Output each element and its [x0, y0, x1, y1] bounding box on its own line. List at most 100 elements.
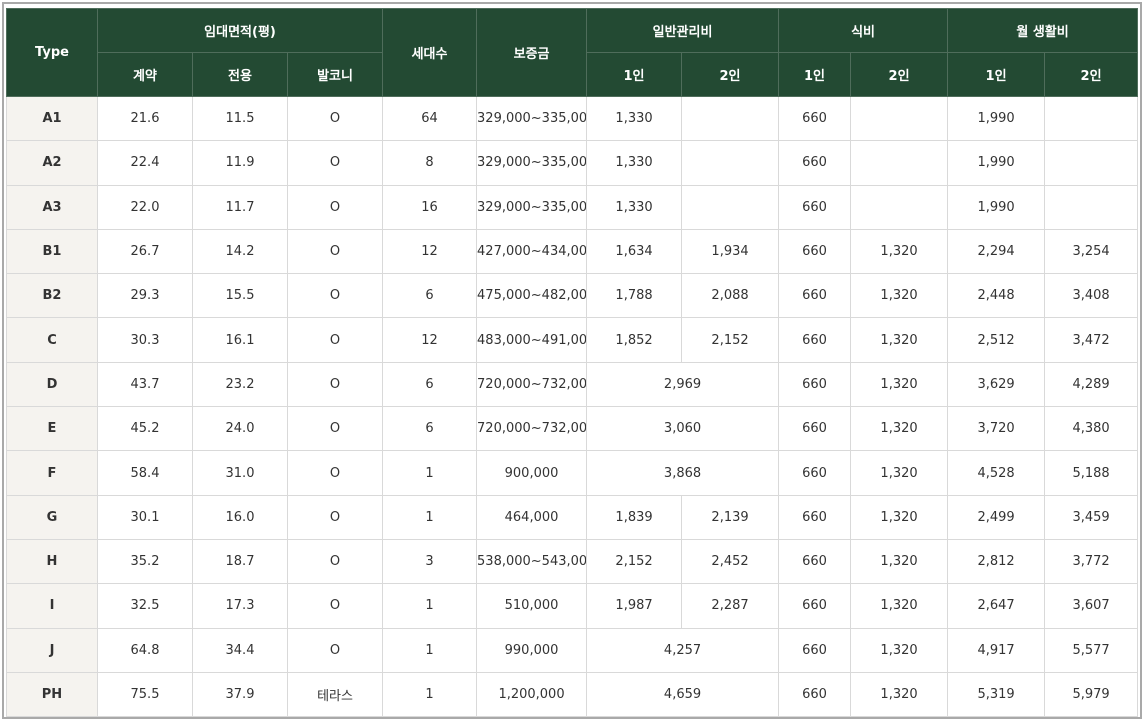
header-food-2: 2인	[850, 52, 949, 97]
cell-area-contract: 58.4	[97, 450, 193, 496]
cell-area-exclusive: 15.5	[192, 273, 288, 319]
cell-type: B2	[6, 273, 98, 319]
table-row: C 30.3 16.1 O 12 483,000~491,000 1,852 2,152 660…	[6, 317, 1139, 363]
cell-households: 1	[382, 583, 478, 629]
cell-area-balcony: O	[286, 583, 384, 629]
cell-type: G	[6, 494, 98, 540]
cell-living-1: 2,499	[947, 494, 1046, 540]
cell-living-1: 2,294	[947, 228, 1046, 275]
cell-area-exclusive: 24.0	[192, 406, 288, 452]
table-row: G 30.1 16.0 O 1 464,000 1,839 2,139 660 1,320 2,49…	[6, 494, 1139, 540]
cell-type: F	[6, 450, 98, 496]
cell-type: J	[6, 627, 98, 673]
cell-households: 64	[382, 95, 478, 142]
cell-food-1: 660	[778, 140, 852, 186]
cell-area-balcony: O	[286, 184, 384, 230]
cell-area-exclusive: 11.7	[192, 184, 288, 230]
header-food-cost: 식비	[778, 8, 949, 53]
cell-area-balcony: O	[286, 538, 384, 585]
cell-area-exclusive: 17.3	[192, 583, 288, 629]
header-mgmt-2: 2인	[681, 52, 780, 97]
cell-households: 8	[382, 140, 478, 186]
table-header: Type 임대면적(평) 세대수 보증금 일반관리비 식비 월 생활비 계약 전…	[6, 8, 1139, 97]
cell-food-2: 1,320	[850, 450, 949, 496]
cell-area-balcony: O	[286, 140, 384, 186]
cell-living-1: 5,319	[947, 671, 1046, 718]
cell-living-1: 2,812	[947, 538, 1046, 585]
table-row: H 35.2 18.7 O 3 538,000~543,000 2,152 2,452 660 1…	[6, 538, 1139, 585]
cell-area-contract: 22.0	[97, 184, 193, 230]
cell-area-exclusive: 16.1	[192, 317, 288, 363]
cell-deposit: 1,200,000	[476, 671, 588, 718]
cell-food-1: 660	[778, 494, 852, 540]
cell-living-2: 3,472	[1044, 317, 1139, 363]
cell-management-fee-2: 2,152	[681, 317, 780, 363]
cell-households: 12	[382, 228, 478, 275]
cell-area-contract: 64.8	[97, 627, 193, 673]
cell-living-1: 3,720	[947, 406, 1046, 452]
cell-food-2: 1,320	[850, 273, 949, 319]
cell-type: PH	[6, 671, 98, 718]
cell-living-2: 4,380	[1044, 406, 1139, 452]
cell-management-fee-2	[681, 140, 780, 186]
cell-management-fee-2	[681, 184, 780, 230]
cell-living-2: 4,289	[1044, 361, 1139, 408]
cell-households: 1	[382, 627, 478, 673]
cell-households: 1	[382, 671, 478, 718]
cell-deposit: 329,000~335,000	[476, 184, 588, 230]
cell-living-2: 5,577	[1044, 627, 1139, 673]
cell-area-contract: 35.2	[97, 538, 193, 585]
cell-food-1: 660	[778, 228, 852, 275]
cell-living-2: 3,408	[1044, 273, 1139, 319]
cell-type: I	[6, 583, 98, 629]
cell-living-1: 1,990	[947, 140, 1046, 186]
cell-area-contract: 21.6	[97, 95, 193, 142]
cell-management-fee-2	[681, 95, 780, 142]
cell-living-1: 4,528	[947, 450, 1046, 496]
cell-living-1: 2,647	[947, 583, 1046, 629]
header-food-1: 1인	[778, 52, 852, 97]
cell-management-fee-1: 1,330	[586, 184, 683, 230]
cell-living-1: 1,990	[947, 95, 1046, 142]
cell-management-fee-2: 2,088	[681, 273, 780, 319]
cell-households: 1	[382, 450, 478, 496]
header-living-2: 2인	[1044, 52, 1139, 97]
cell-food-2	[850, 95, 949, 142]
cell-area-exclusive: 23.2	[192, 361, 288, 408]
cell-households: 6	[382, 406, 478, 452]
table-row: F 58.4 31.0 O 1 900,000 3,868 660 1,320 4,528 5,18…	[6, 450, 1139, 496]
cell-deposit: 475,000~482,000	[476, 273, 588, 319]
cell-food-2: 1,320	[850, 671, 949, 718]
cell-living-1: 3,629	[947, 361, 1046, 408]
header-monthly-living-cost: 월 생활비	[947, 8, 1139, 53]
cell-management-fee-2: 1,934	[681, 228, 780, 275]
rent-table: Type 임대면적(평) 세대수 보증금 일반관리비 식비 월 생활비 계약 전…	[6, 8, 1139, 718]
cell-living-2: 5,188	[1044, 450, 1139, 496]
cell-management-fee-1: 1,330	[586, 140, 683, 186]
header-deposit: 보증금	[476, 8, 588, 97]
cell-food-2	[850, 184, 949, 230]
cell-living-2	[1044, 95, 1139, 142]
header-management-fee: 일반관리비	[586, 8, 780, 53]
cell-type: D	[6, 361, 98, 408]
cell-management-fee-1: 1,634	[586, 228, 683, 275]
cell-management-fee-1: 2,152	[586, 538, 683, 585]
cell-deposit: 329,000~335,000	[476, 95, 588, 142]
cell-food-2: 1,320	[850, 406, 949, 452]
table-row: B2 29.3 15.5 O 6 475,000~482,000 1,788 2,088 660…	[6, 273, 1139, 319]
cell-management-fee-2: 2,452	[681, 538, 780, 585]
cell-food-1: 660	[778, 583, 852, 629]
cell-area-contract: 32.5	[97, 583, 193, 629]
cell-type: B1	[6, 228, 98, 275]
cell-households: 1	[382, 494, 478, 540]
cell-deposit: 538,000~543,000	[476, 538, 588, 585]
cell-type: A1	[6, 95, 98, 142]
cell-food-1: 660	[778, 95, 852, 142]
cell-households: 16	[382, 184, 478, 230]
cell-deposit: 464,000	[476, 494, 588, 540]
cell-living-1: 2,448	[947, 273, 1046, 319]
cell-area-balcony: O	[286, 406, 384, 452]
cell-area-exclusive: 31.0	[192, 450, 288, 496]
cell-management-fee-2: 2,287	[681, 583, 780, 629]
header-type: Type	[6, 8, 98, 97]
